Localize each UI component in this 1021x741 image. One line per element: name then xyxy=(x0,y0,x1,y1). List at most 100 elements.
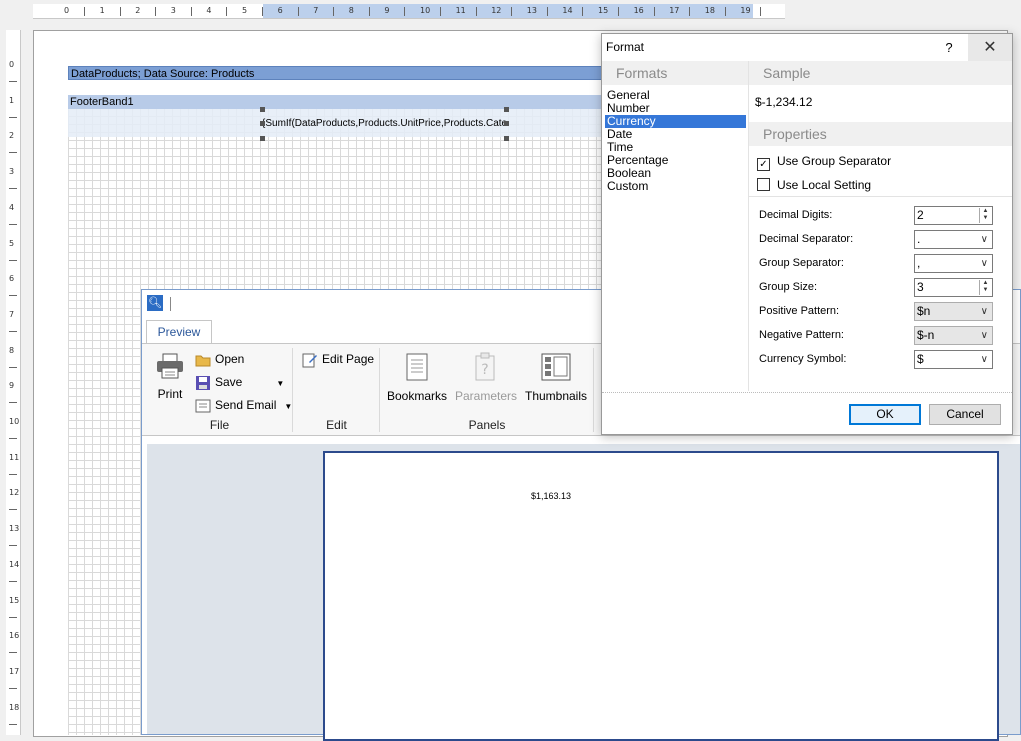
resize-handle[interactable] xyxy=(504,136,509,141)
magnifier-icon[interactable]: 🔍︎ xyxy=(147,295,163,311)
ruler-tick-mark xyxy=(226,7,228,16)
send-email-button[interactable]: Send Email ▼ xyxy=(195,395,292,415)
group-separator xyxy=(593,348,594,432)
ruler-tick-label: 4 xyxy=(9,202,15,212)
data-band-header[interactable]: DataProducts; Data Source: Products xyxy=(68,66,603,80)
chevron-down-icon[interactable]: ▼ xyxy=(276,379,284,388)
open-label: Open xyxy=(215,352,245,366)
ruler-tick-mark xyxy=(9,81,17,82)
use-group-separator-checkbox[interactable]: ✓ Use Group Separator xyxy=(757,154,891,171)
spinner-arrows-icon[interactable]: ▲ ▼ xyxy=(979,280,991,295)
chevron-down-icon[interactable]: ∨ xyxy=(981,303,988,320)
currency-symbol-value: $ xyxy=(917,352,924,366)
group-separator xyxy=(292,348,293,432)
bookmarks-icon xyxy=(406,353,428,381)
ruler-tick-mark xyxy=(9,402,17,404)
decimal-digits-spinner[interactable]: 2 ▲ ▼ xyxy=(914,206,993,225)
currency-symbol-combo[interactable]: $ ∨ xyxy=(914,350,993,369)
spinner-arrows-icon[interactable]: ▲ ▼ xyxy=(979,208,991,223)
parameters-button[interactable]: ? Parameters xyxy=(455,352,517,403)
ruler-tick-label: 14 xyxy=(562,6,573,15)
format-item-custom[interactable]: Custom xyxy=(605,180,746,193)
formats-list[interactable]: General Number Currency Date Time Percentage B… xyxy=(605,89,746,193)
currency-symbol-label: Currency Symbol: xyxy=(759,353,847,365)
use-local-setting-checkbox[interactable]: Use Local Setting xyxy=(757,178,871,192)
resize-handle[interactable] xyxy=(504,121,509,126)
ruler-tick-mark xyxy=(155,7,157,16)
ruler-tick-label: 2 xyxy=(135,6,141,15)
ruler-tick-mark xyxy=(618,7,619,16)
ruler-tick-label: 10 xyxy=(9,417,20,426)
parameters-icon: ? xyxy=(475,352,495,381)
group-separator-value: , xyxy=(917,256,921,270)
use-local-setting-label: Use Local Setting xyxy=(777,178,872,192)
chevron-down-icon[interactable]: ∨ xyxy=(981,255,988,272)
ruler-tick-mark xyxy=(9,652,17,654)
format-dialog: Format ? ✕ Formats General Number Currency… xyxy=(601,33,1013,435)
group-separator-combo[interactable]: , ∨ xyxy=(914,254,993,273)
resize-handle[interactable] xyxy=(260,107,265,112)
folder-open-icon xyxy=(195,355,211,367)
group-size-value: 3 xyxy=(917,280,924,294)
ruler-tick-label: 12 xyxy=(9,488,20,498)
decimal-separator-combo[interactable]: . ∨ xyxy=(914,230,993,249)
ruler-tick-label: 15 xyxy=(598,6,609,15)
ruler-tick-label: 18 xyxy=(9,702,20,712)
cancel-button[interactable]: Cancel xyxy=(929,404,1001,425)
ruler-tick-mark xyxy=(9,723,17,725)
resize-handle[interactable] xyxy=(504,107,509,112)
ruler-tick-label: 7 xyxy=(313,6,319,15)
chevron-down-icon[interactable]: ∨ xyxy=(981,327,988,344)
bookmarks-button[interactable]: Bookmarks xyxy=(387,352,447,403)
ruler-tick-mark xyxy=(9,616,17,618)
send-email-label: Send Email xyxy=(215,398,277,412)
ruler-tick-label: 9 xyxy=(9,381,15,391)
ruler-tick-label: 1 xyxy=(9,95,15,105)
save-button[interactable]: Save ▼ xyxy=(195,372,284,392)
ruler-tick-mark xyxy=(9,687,17,689)
decimal-separator-value: . xyxy=(917,232,921,246)
negative-pattern-label: Negative Pattern: xyxy=(759,329,844,341)
print-button[interactable]: Print xyxy=(152,352,188,401)
positive-pattern-select[interactable]: $n ∨ xyxy=(914,302,993,321)
ok-button[interactable]: OK xyxy=(849,404,921,425)
ruler-tick-label: 18 xyxy=(704,6,715,15)
thumbnails-label: Thumbnails xyxy=(524,389,588,403)
tab-preview[interactable]: Preview xyxy=(146,320,212,344)
ruler-tick-label: 0 xyxy=(64,6,70,15)
panels-group-label: Panels xyxy=(468,418,506,432)
positive-pattern-label: Positive Pattern: xyxy=(759,305,840,317)
thumbnails-button[interactable]: Thumbnails xyxy=(524,352,588,403)
ruler-tick-mark xyxy=(119,7,121,16)
sumif-text-component[interactable]: {SumIf(DataProducts,Products.UnitPrice,P… xyxy=(262,116,507,131)
chevron-down-icon[interactable]: ∨ xyxy=(981,231,988,248)
negative-pattern-select[interactable]: $-n ∨ xyxy=(914,326,993,345)
ruler-tick-label: 16 xyxy=(633,6,644,15)
dialog-title: Format xyxy=(606,40,645,54)
ruler-tick-mark xyxy=(9,509,17,511)
dialog-button-separator xyxy=(602,392,1012,394)
ruler-tick-label: 13 xyxy=(9,524,20,534)
ruler-tick-label: 13 xyxy=(526,6,537,15)
open-button[interactable]: Open xyxy=(195,349,244,369)
resize-handle[interactable] xyxy=(260,121,265,126)
edit-page-label: Edit Page xyxy=(322,352,375,366)
ruler-tick-mark xyxy=(297,7,299,16)
ruler-tick-mark xyxy=(689,7,691,16)
send-email-icon xyxy=(195,399,211,413)
resize-handle[interactable] xyxy=(260,136,265,141)
ruler-selection xyxy=(263,4,753,18)
close-icon[interactable]: ✕ xyxy=(968,34,1012,61)
edit-page-button[interactable]: Edit Page xyxy=(302,349,374,369)
edit-page-icon xyxy=(302,353,317,368)
chevron-down-icon[interactable]: ∨ xyxy=(981,351,988,368)
ruler-tick-mark xyxy=(9,580,17,582)
horizontal-ruler: 0 1 2 3 4 5 6 7 8 9 10 11 12 13 14 15 16 17 18 19 xyxy=(33,4,785,19)
ruler-tick-mark xyxy=(760,7,762,16)
group-size-spinner[interactable]: 3 ▲ ▼ xyxy=(914,278,993,297)
help-button[interactable]: ? xyxy=(935,34,963,61)
ruler-tick-mark xyxy=(9,223,17,225)
footer-band-header[interactable]: FooterBand1 xyxy=(68,95,603,109)
ruler-tick-mark xyxy=(190,7,192,16)
ruler-tick-label: 0 xyxy=(9,60,15,69)
